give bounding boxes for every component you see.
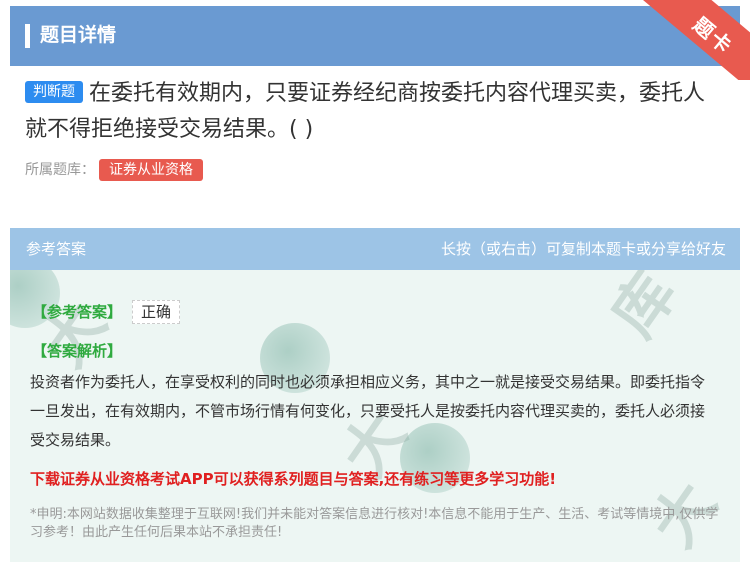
- answer-label: 【参考答案】: [32, 303, 123, 321]
- question-block: 判断题 在委托有效期内，只要证券经纪商按委托内容代理买卖，委托人就不得拒绝接受交易…: [25, 76, 725, 148]
- question-text: 在委托有效期内，只要证券经纪商按委托内容代理买卖，委托人就不得拒绝接受交易结果。…: [25, 81, 706, 142]
- corner-ribbon: 题卡: [640, 0, 750, 80]
- page-header: 题目详情: [10, 6, 740, 66]
- answer-value: 正确: [132, 300, 181, 324]
- answer-header-title: 参考答案: [26, 240, 87, 258]
- question-type-tag: 判断题: [25, 81, 83, 103]
- answer-panel: 大 大 库 大 参考答案 长按（或右击）可复制本题卡或分享给好友 【参考答案】正…: [10, 228, 740, 562]
- answer-header: 参考答案 长按（或右击）可复制本题卡或分享给好友: [10, 228, 740, 270]
- answer-row: 【参考答案】 正确: [32, 300, 181, 324]
- analysis-label: 【答案解析】: [32, 342, 123, 360]
- page-title: 题目详情: [40, 24, 117, 46]
- copy-share-hint: 长按（或右击）可复制本题卡或分享给好友: [440, 240, 726, 258]
- analysis-text: 投资者作为委托人，在享受权利的同时也必须承担相应义务，其中之一就是接受交易结果。…: [30, 373, 706, 449]
- question-source-row: 所属题库： 证券从业资格: [25, 158, 203, 182]
- source-tag[interactable]: 证券从业资格: [99, 159, 203, 181]
- header-accent-bar: [25, 24, 30, 48]
- source-label: 所属题库：: [25, 162, 95, 178]
- app-download-promo[interactable]: 下载证券从业资格考试APP可以获得系列题目与答案,还有练习等更多学习功能!: [30, 468, 556, 490]
- disclaimer-text: *申明:本网站数据收集整理于互联网!我们并未能对答案信息进行核对!本信息不能用于…: [30, 507, 719, 540]
